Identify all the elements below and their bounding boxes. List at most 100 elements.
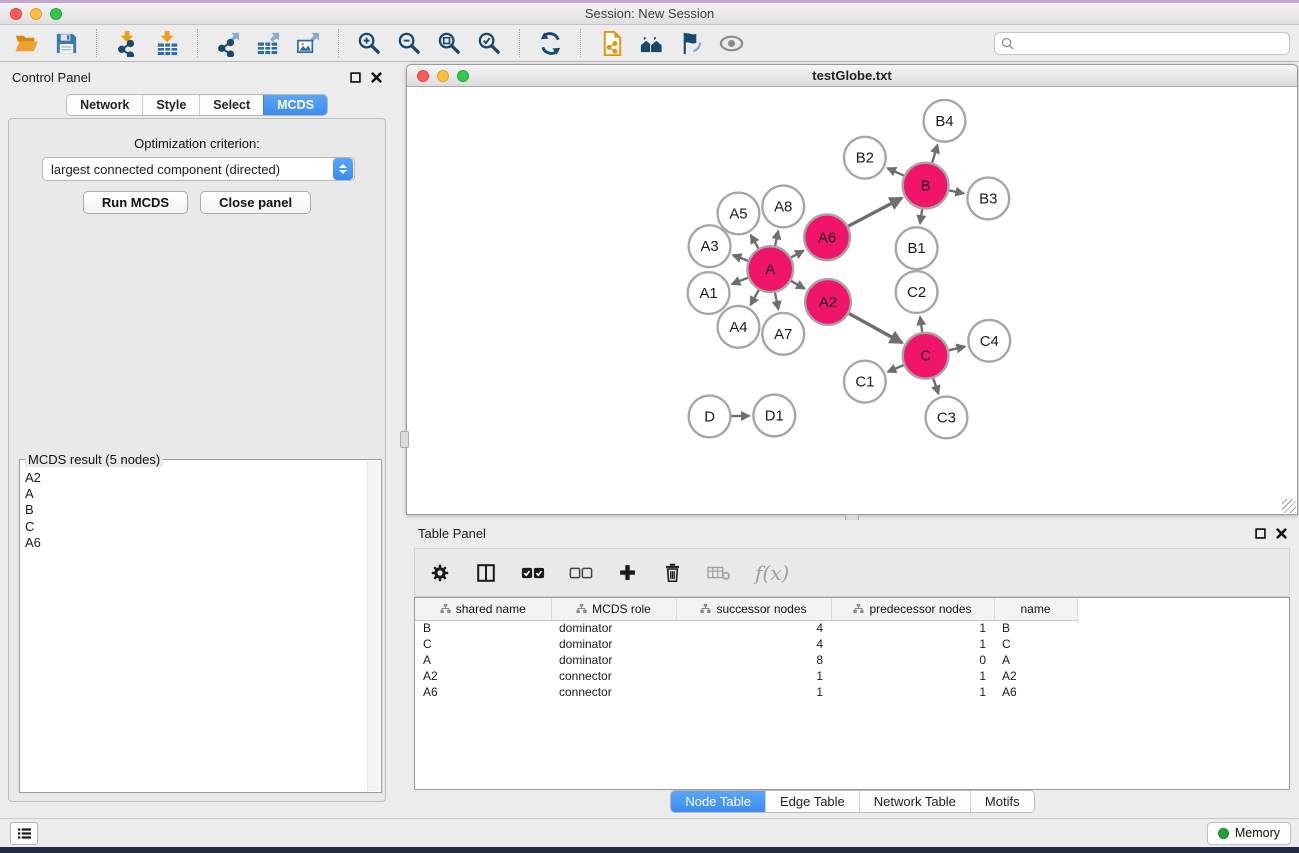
tab-edge-table[interactable]: Edge Table	[765, 791, 859, 812]
graph-node-A5[interactable]: A5	[718, 193, 760, 235]
graph-edge-A-A4[interactable]	[750, 290, 758, 305]
graph-edge-C-C2[interactable]	[920, 317, 922, 332]
result-scrollbar[interactable]	[367, 461, 380, 791]
export-network-button[interactable]	[208, 27, 248, 59]
graph-node-A1[interactable]: A1	[688, 272, 730, 314]
houses-button[interactable]	[631, 27, 671, 59]
criterion-dropdown[interactable]: largest connected component (directed)	[42, 157, 355, 181]
cell-predecessor-nodes[interactable]: 0	[831, 652, 994, 668]
cell-predecessor-nodes[interactable]: 1	[831, 668, 994, 684]
graph-edge-B-B1[interactable]	[920, 209, 922, 223]
show-panels-button[interactable]	[10, 822, 38, 845]
graph-edge-C-C4[interactable]	[949, 346, 965, 350]
flag-button[interactable]	[671, 27, 711, 59]
show-column-button[interactable]	[475, 562, 497, 584]
close-panel-button[interactable]: Close panel	[200, 191, 311, 214]
import-network-button[interactable]	[107, 27, 147, 59]
graph-edge-A6-B[interactable]	[848, 198, 902, 226]
graph-edge-A-A1[interactable]	[732, 278, 748, 284]
cell-successor-nodes[interactable]: 4	[676, 636, 831, 652]
window-resize-grip[interactable]	[1282, 499, 1296, 513]
graph-node-B[interactable]: B	[903, 163, 949, 209]
birdseye-handle[interactable]	[400, 431, 409, 448]
graph-node-C3[interactable]: C3	[926, 397, 968, 439]
graph-node-A[interactable]: A	[747, 246, 793, 292]
graph-node-A8[interactable]: A8	[762, 186, 804, 228]
cell-predecessor-nodes[interactable]: 1	[831, 684, 994, 700]
cell-predecessor-nodes[interactable]: 1	[831, 636, 994, 652]
cell-mcds-role[interactable]: dominator	[551, 652, 676, 668]
cell-mcds-role[interactable]: dominator	[551, 636, 676, 652]
select-all-button[interactable]	[521, 565, 545, 581]
list-item[interactable]: C	[21, 519, 367, 535]
graph-node-C[interactable]: C	[903, 333, 949, 379]
table-row[interactable]: A2 connector 1 1 A2	[415, 668, 1077, 684]
cell-predecessor-nodes[interactable]: 1	[831, 620, 994, 636]
tab-node-table[interactable]: Node Table	[671, 791, 765, 812]
graph-edge-A-A8[interactable]	[775, 231, 778, 246]
cell-name[interactable]: A	[994, 652, 1077, 668]
column-header-successor-nodes[interactable]: successor nodes	[676, 598, 831, 620]
graph-node-A2[interactable]: A2	[805, 279, 851, 325]
graph-edge-A2-C[interactable]	[849, 314, 902, 343]
column-header-shared-name[interactable]: shared name	[415, 598, 551, 620]
graph-node-A3[interactable]: A3	[689, 225, 731, 267]
list-item[interactable]: A2	[21, 470, 367, 486]
graph-node-A6[interactable]: A6	[804, 214, 850, 260]
column-header-predecessor-nodes[interactable]: predecessor nodes	[831, 598, 994, 620]
graph-node-A4[interactable]: A4	[718, 306, 760, 348]
save-session-button[interactable]	[46, 27, 86, 59]
delete-column-button[interactable]	[662, 562, 683, 583]
tab-select[interactable]: Select	[199, 95, 263, 115]
graph-node-C1[interactable]: C1	[844, 361, 886, 403]
close-panel-icon[interactable]	[371, 72, 382, 83]
float-panel-icon[interactable]	[1255, 528, 1266, 539]
graph-edge-C-C1[interactable]	[888, 365, 904, 372]
list-item[interactable]: A6	[21, 535, 367, 551]
graph-edge-B-B4[interactable]	[932, 145, 937, 163]
cell-successor-nodes[interactable]: 1	[676, 668, 831, 684]
add-column-button[interactable]	[617, 562, 638, 583]
network-window-titlebar[interactable]: testGlobe.txt	[407, 65, 1297, 87]
graph-node-B1[interactable]: B1	[896, 227, 938, 269]
cell-mcds-role[interactable]: connector	[551, 668, 676, 684]
cell-name[interactable]: A2	[994, 668, 1077, 684]
cell-mcds-role[interactable]: connector	[551, 684, 676, 700]
cell-shared-name[interactable]: A	[415, 652, 551, 668]
open-session-button[interactable]	[6, 27, 46, 59]
cell-shared-name[interactable]: A6	[415, 684, 551, 700]
graph-edge-B-B2[interactable]	[887, 168, 903, 176]
function-builder-button[interactable]: f(x)	[755, 561, 789, 585]
graph-node-C4[interactable]: C4	[968, 320, 1010, 362]
graph-edge-A-A3[interactable]	[733, 255, 748, 261]
cell-shared-name[interactable]: B	[415, 620, 551, 636]
list-item[interactable]: B	[21, 502, 367, 518]
graph-node-B3[interactable]: B3	[967, 178, 1009, 220]
graph-node-D[interactable]: D	[689, 396, 731, 438]
graph-node-D1[interactable]: D1	[753, 395, 795, 437]
export-image-button[interactable]	[288, 27, 328, 59]
close-panel-icon[interactable]	[1276, 528, 1287, 539]
cell-name[interactable]: B	[994, 620, 1077, 636]
eye-button[interactable]	[711, 27, 751, 59]
list-item[interactable]: A	[21, 486, 367, 502]
graph-edge-A-A2[interactable]	[791, 281, 805, 289]
cell-successor-nodes[interactable]: 8	[676, 652, 831, 668]
graph-node-A7[interactable]: A7	[762, 313, 804, 355]
search-input[interactable]	[1019, 36, 1283, 50]
memory-button[interactable]: Memory	[1207, 822, 1291, 845]
graph-edge-A-A7[interactable]	[775, 293, 778, 310]
network-document-button[interactable]	[591, 27, 631, 59]
zoom-out-button[interactable]	[389, 27, 429, 59]
graph-edge-C-C3[interactable]	[933, 378, 938, 394]
table-row[interactable]: A6 connector 1 1 A6	[415, 684, 1077, 700]
zoom-fit-button[interactable]	[429, 27, 469, 59]
cell-shared-name[interactable]: C	[415, 636, 551, 652]
tab-mcds[interactable]: MCDS	[263, 95, 327, 115]
zoom-in-button[interactable]	[349, 27, 389, 59]
graph-edge-A-A6[interactable]	[791, 250, 803, 257]
cell-shared-name[interactable]: A2	[415, 668, 551, 684]
graph-node-B4[interactable]: B4	[924, 100, 966, 142]
import-table-button[interactable]	[147, 27, 187, 59]
column-header-name[interactable]: name	[994, 598, 1077, 620]
